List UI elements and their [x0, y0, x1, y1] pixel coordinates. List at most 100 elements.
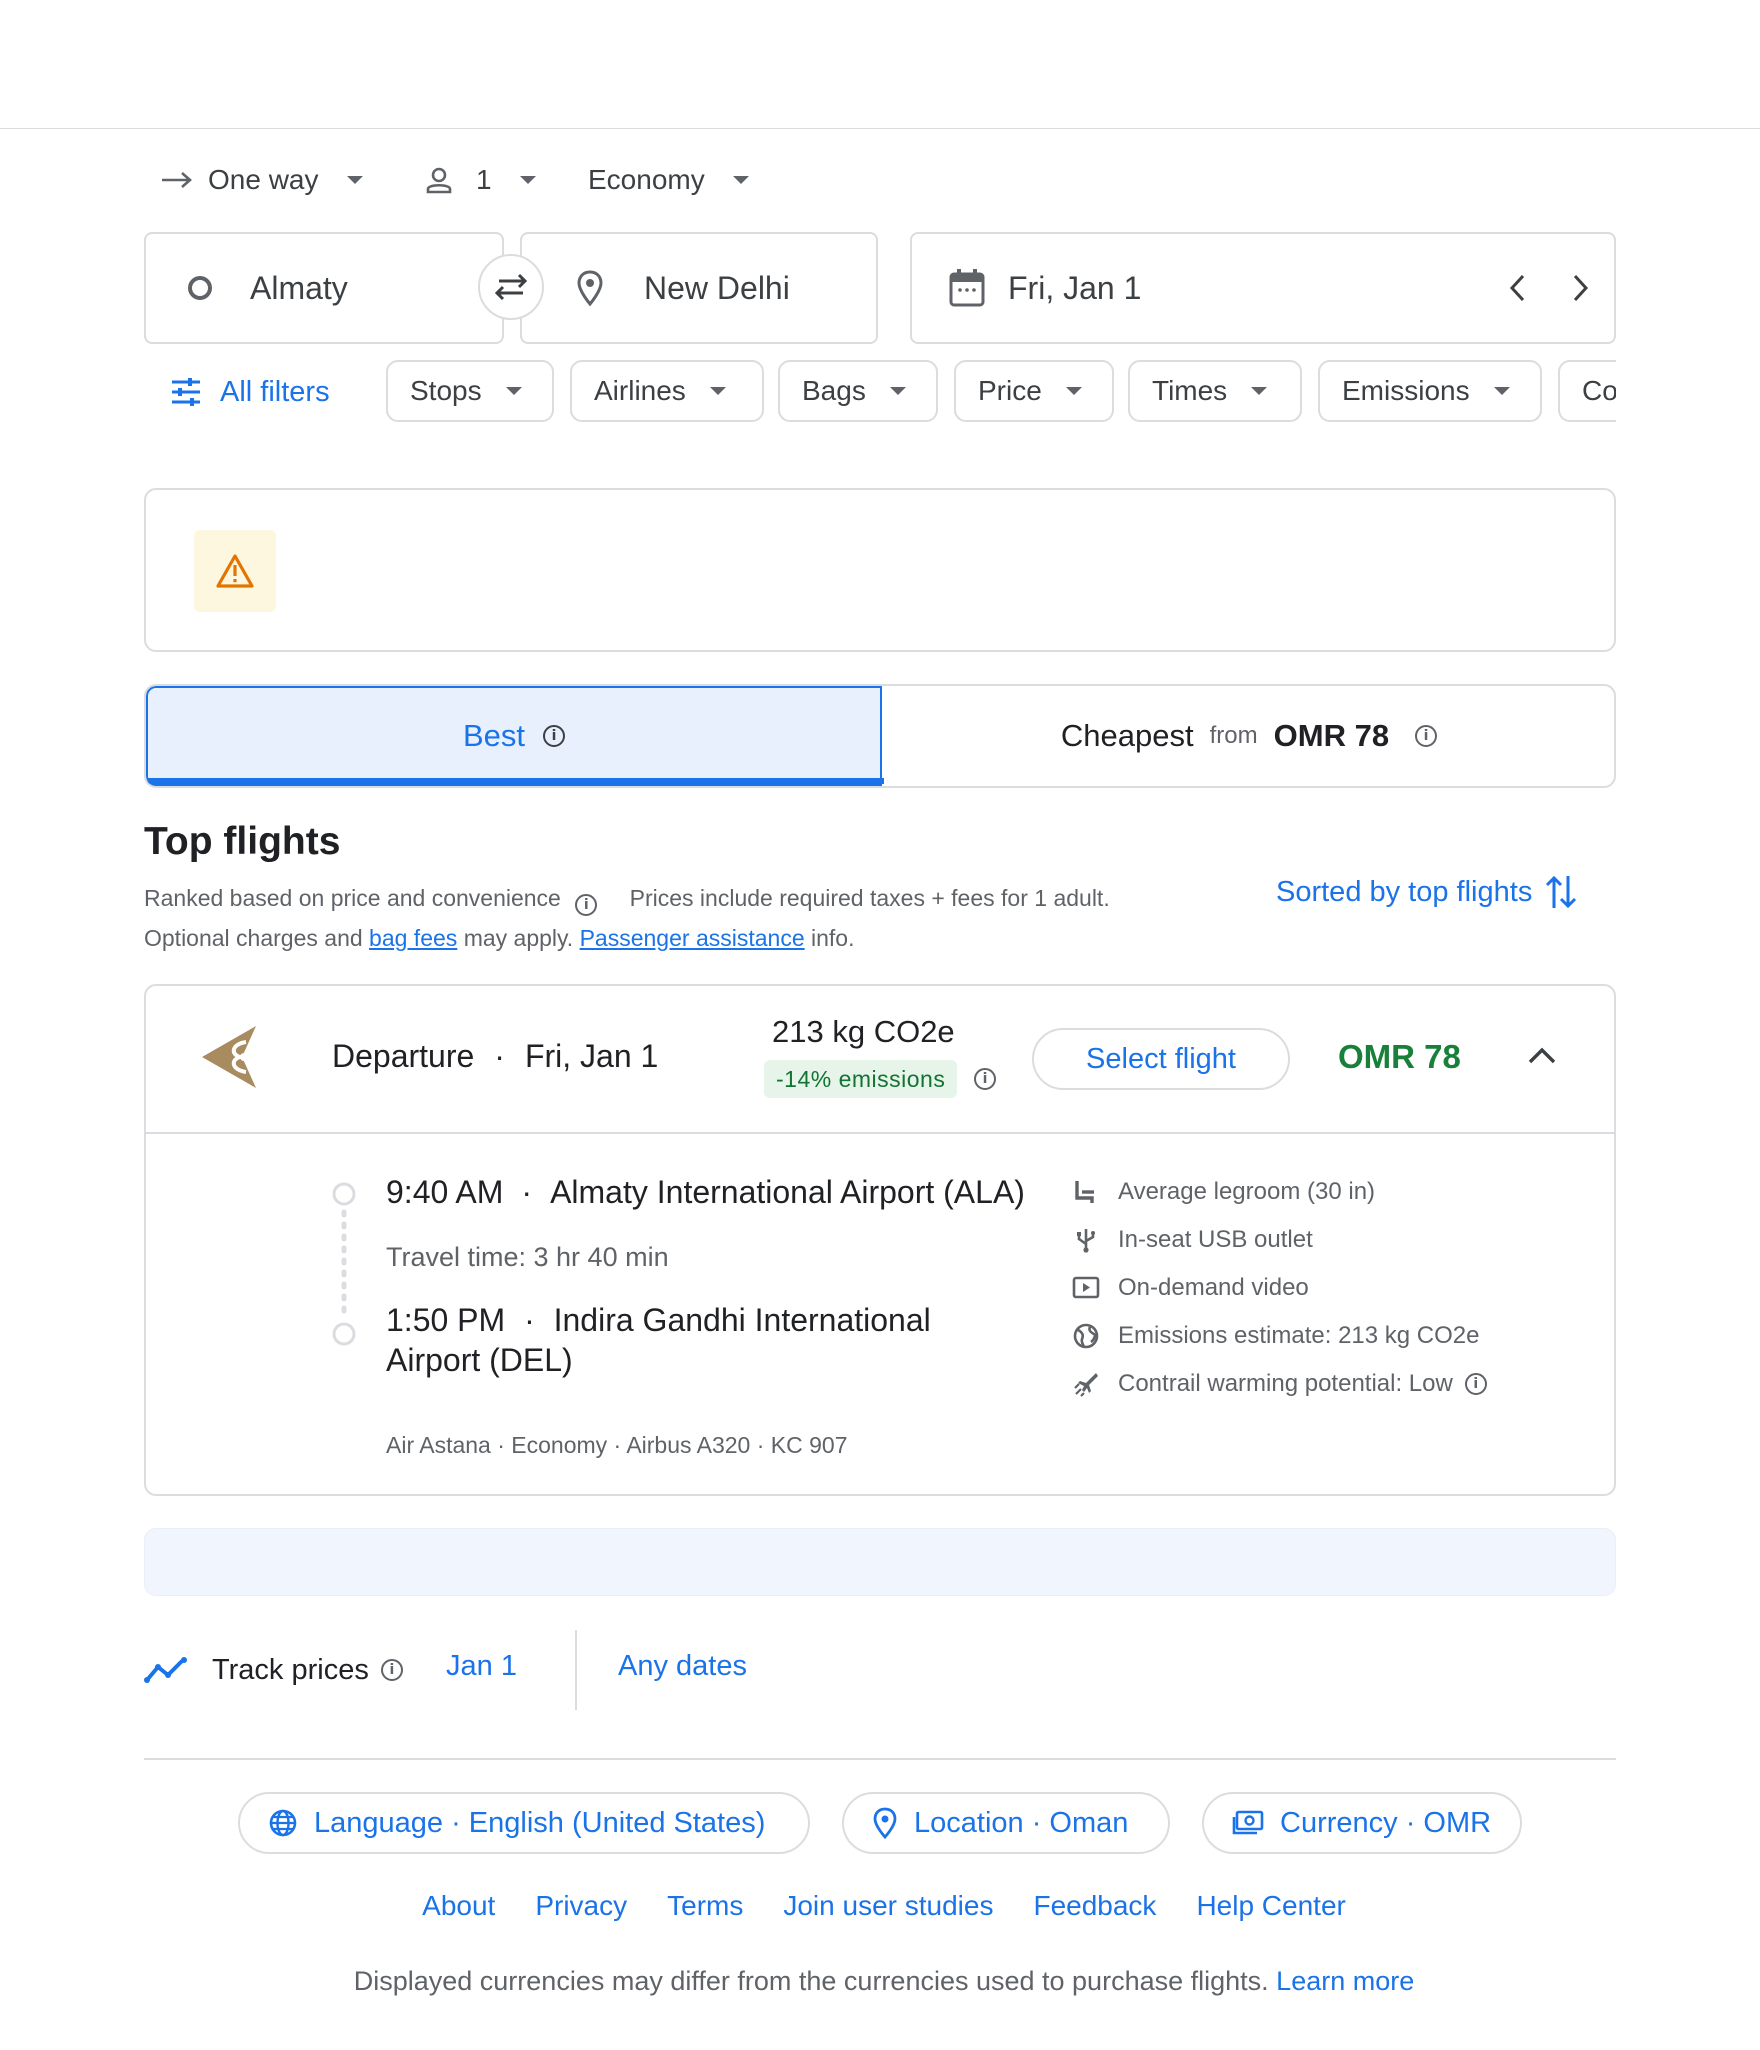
any-dates-link[interactable]: Any dates — [618, 1650, 747, 1683]
amenity-video: On-demand video — [1072, 1268, 1487, 1308]
price-chip[interactable]: Price — [954, 360, 1114, 422]
info-icon[interactable]: i — [575, 894, 598, 916]
chevron-down-icon — [505, 387, 522, 395]
feedback-link[interactable]: Feedback — [1033, 1890, 1156, 1922]
help-center-link[interactable]: Help Center — [1196, 1890, 1345, 1922]
learn-more-link[interactable]: Learn more — [1276, 1966, 1414, 1996]
person-icon — [426, 167, 452, 194]
origin-field[interactable]: Almaty — [144, 232, 504, 344]
separator-dot: · — [494, 1038, 505, 1074]
flight-price: OMR 78 — [1338, 1038, 1461, 1075]
results-title: Top flights — [144, 820, 341, 863]
about-link[interactable]: About — [422, 1890, 495, 1922]
disclaimer-text: Displayed currencies may differ from the… — [353, 1966, 1269, 1996]
cabin-select[interactable]: Economy — [588, 158, 749, 202]
info-icon[interactable]: i — [543, 725, 566, 747]
language-button[interactable]: Language · English (United States) — [238, 1792, 810, 1854]
chevron-down-icon — [732, 176, 749, 184]
separator-dot: · — [524, 1302, 535, 1338]
circle-icon — [188, 276, 212, 300]
destination-value: New Delhi — [644, 269, 790, 306]
departure-time: 9:40 AM — [386, 1174, 504, 1210]
airlines-chip[interactable]: Airlines — [570, 360, 764, 422]
trending-icon — [144, 1657, 187, 1683]
stops-chip[interactable]: Stops — [386, 360, 554, 422]
video-icon — [1072, 1276, 1100, 1299]
origin-value: Almaty — [250, 269, 348, 306]
track-date-link[interactable]: Jan 1 — [446, 1650, 517, 1683]
arrow-right-icon — [162, 172, 192, 188]
info-icon[interactable]: i — [1464, 1373, 1487, 1395]
warning-icon — [216, 554, 254, 588]
language-label: Language · English (United States) — [314, 1806, 766, 1839]
privacy-link[interactable]: Privacy — [535, 1890, 627, 1922]
emissions-label: Emissions — [1342, 375, 1470, 406]
passenger-assistance-link[interactable]: Passenger assistance — [580, 925, 805, 951]
location-button[interactable]: Location · Oman — [842, 1792, 1170, 1854]
prices-note: Prices include required taxes + fees for… — [629, 885, 1110, 911]
tab-best[interactable]: Best i — [146, 686, 884, 786]
amenity-contrail: Contrail warming potential: Low i — [1072, 1364, 1487, 1404]
departure-label: Departure — [332, 1038, 475, 1074]
chevron-down-icon — [519, 176, 536, 184]
bag-fees-link[interactable]: bag fees — [369, 925, 457, 951]
track-divider — [575, 1630, 577, 1710]
select-flight-label: Select flight — [1086, 1042, 1236, 1075]
emissions-delta-badge: -14% emissions — [764, 1060, 958, 1098]
globe-icon — [1073, 1323, 1099, 1349]
results-notes: Ranked based on price and convenience i … — [144, 878, 1264, 958]
emissions-chip[interactable]: Emissions — [1318, 360, 1542, 422]
footer-divider — [144, 1758, 1616, 1760]
times-chip[interactable]: Times — [1128, 360, 1302, 422]
flight-card-header[interactable]: Departure · Fri, Jan 1 213 kg CO2e -14% … — [146, 986, 1614, 1134]
departure-stop: 9:40 AM · Almaty International Airport (… — [386, 1174, 1025, 1211]
tab-cheapest-label: Cheapest — [1060, 718, 1194, 753]
chevron-left-icon[interactable] — [1506, 272, 1530, 304]
arrival-time: 1:50 PM — [386, 1302, 506, 1338]
chevron-down-icon — [346, 176, 363, 184]
tab-cheapest[interactable]: Cheapest from OMR 78 i — [882, 686, 1614, 786]
tab-best-indicator — [148, 778, 884, 784]
location-pin-icon — [577, 270, 603, 307]
bags-chip[interactable]: Bags — [778, 360, 938, 422]
info-icon[interactable]: i — [974, 1068, 996, 1090]
select-flight-button[interactable]: Select flight — [1032, 1028, 1290, 1090]
currency-icon — [1232, 1810, 1264, 1835]
trip-type-select[interactable]: One way — [160, 158, 363, 202]
cabin-label: Economy — [588, 164, 705, 195]
amenity-usb: In-seat USB outlet — [1072, 1220, 1487, 1260]
chevron-up-icon[interactable] — [1526, 1044, 1558, 1068]
notice-box — [144, 488, 1616, 652]
filter-chips-row: Stops Airlines Bags Price Times Emission… — [0, 360, 1616, 424]
sort-button[interactable]: Sorted by top flights — [1276, 872, 1578, 912]
currency-button[interactable]: Currency · OMR — [1202, 1792, 1522, 1854]
optional-charges-text: Optional charges and — [144, 925, 363, 951]
departure-heading: Departure · Fri, Jan 1 — [332, 1038, 658, 1075]
sort-icon — [1546, 875, 1577, 909]
flight-card: Departure · Fri, Jan 1 213 kg CO2e -14% … — [144, 984, 1616, 1496]
connecting-chip[interactable]: Co — [1558, 360, 1616, 422]
location-pin-icon — [873, 1807, 897, 1839]
contrail-icon — [1074, 1373, 1098, 1397]
tab-best-label: Best — [462, 718, 526, 753]
chevron-down-icon — [1493, 387, 1510, 395]
passengers-select[interactable]: 1 — [424, 158, 536, 202]
destination-field[interactable]: New Delhi — [520, 232, 878, 344]
chevron-down-icon — [709, 387, 726, 395]
join-user-studies-link[interactable]: Join user studies — [783, 1890, 993, 1922]
flight-details: Air Astana · Economy · Airbus A320 · KC … — [386, 1432, 848, 1458]
chevron-right-icon[interactable] — [1568, 272, 1592, 304]
info-icon[interactable]: i — [1415, 725, 1438, 747]
usb-icon — [1077, 1229, 1095, 1253]
amenity-legroom-label: Average legroom (30 in) — [1118, 1178, 1376, 1205]
swap-button[interactable] — [478, 254, 544, 320]
info-icon[interactable]: i — [380, 1659, 403, 1681]
terms-link[interactable]: Terms — [667, 1890, 743, 1922]
header-divider — [0, 128, 1760, 129]
amenity-emissions-label: Emissions estimate: 213 kg CO2e — [1118, 1322, 1480, 1349]
chevron-down-icon — [1065, 387, 1082, 395]
tab-cheapest-price: OMR 78 — [1273, 718, 1390, 753]
tab-cheapest-from: from — [1209, 722, 1258, 749]
travel-time: Travel time: 3 hr 40 min — [386, 1242, 669, 1272]
amenity-emissions: Emissions estimate: 213 kg CO2e — [1072, 1316, 1487, 1356]
